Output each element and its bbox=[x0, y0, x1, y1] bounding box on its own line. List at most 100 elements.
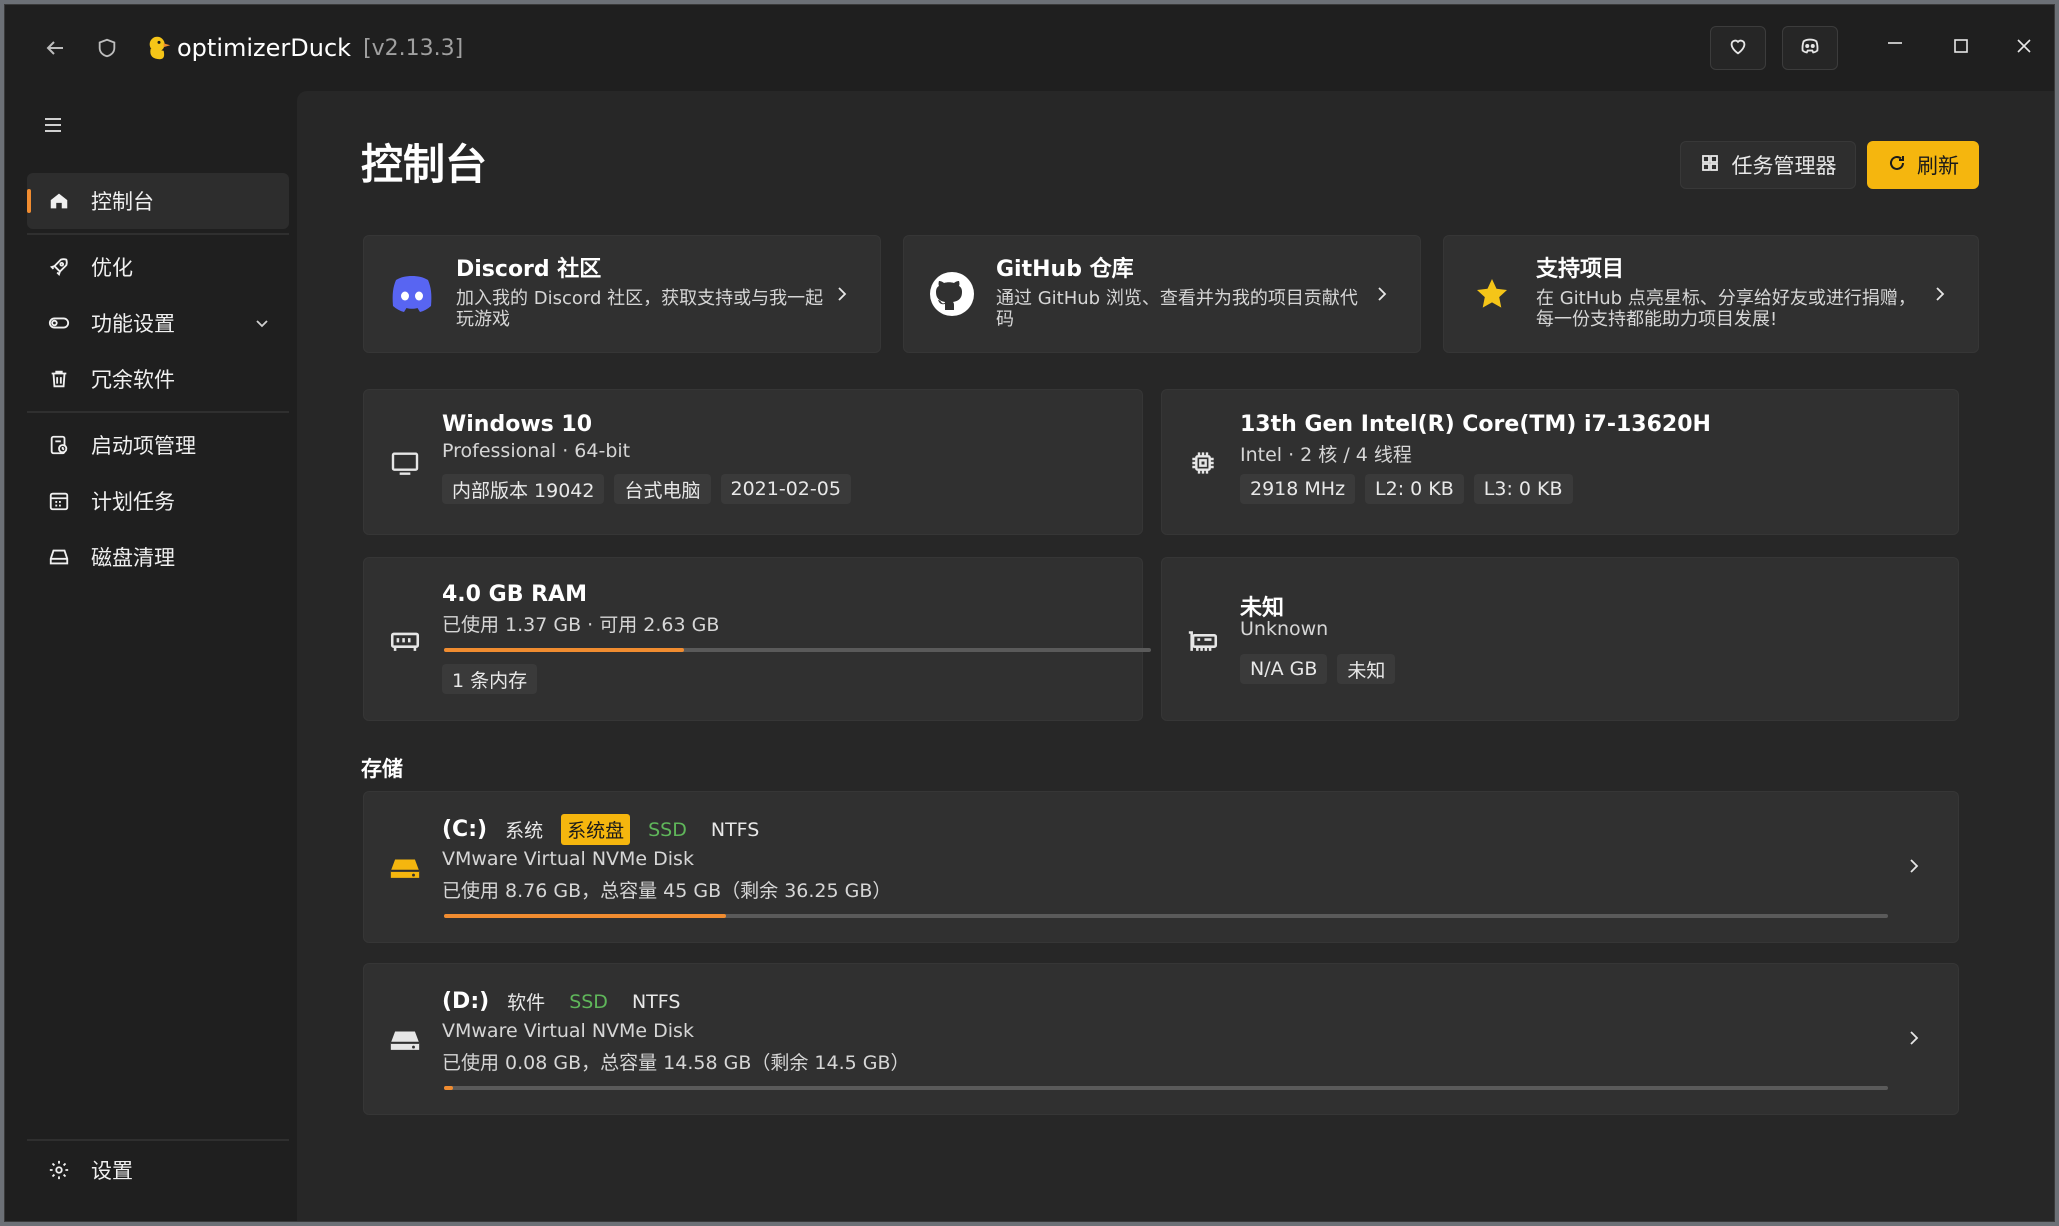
drive-usage-text: 已使用 0.08 GB，总容量 14.58 GB（剩余 14.5 GB） bbox=[442, 1052, 910, 1074]
ssd-tag: SSD bbox=[648, 818, 687, 841]
sidebar-nav-primary: 控制台 优化 功能设置 冗余软件 启动项管理 计划任务 磁盘清理 bbox=[27, 173, 289, 585]
sidebar: 控制台 优化 功能设置 冗余软件 启动项管理 计划任务 磁盘清理 设置 bbox=[5, 91, 295, 1221]
minimize-button[interactable] bbox=[1862, 5, 1928, 91]
app-version: [v2.13.3] bbox=[363, 35, 464, 61]
sidebar-item-disk-cleanup[interactable]: 磁盘清理 bbox=[27, 529, 289, 585]
sidebar-item-label: 优化 bbox=[91, 256, 133, 280]
filesystem-tag: NTFS bbox=[710, 818, 760, 841]
os-date-chip: 2021-02-05 bbox=[720, 474, 851, 504]
sidebar-divider bbox=[27, 411, 289, 413]
drive-letter: (C:) bbox=[442, 817, 488, 842]
ram-usage-text: 已使用 1.37 GB · 可用 2.63 GB bbox=[442, 614, 720, 636]
cpu-l2-chip: L2: 0 KB bbox=[1365, 474, 1464, 504]
sidebar-item-bloatware[interactable]: 冗余软件 bbox=[27, 351, 289, 407]
sidebar-item-label: 控制台 bbox=[91, 190, 154, 214]
ram-usage-fill bbox=[444, 648, 685, 652]
grid-icon bbox=[1700, 153, 1720, 178]
gpu-vendor: Unknown bbox=[1240, 618, 1329, 640]
drive-usage-bar bbox=[444, 1086, 1888, 1090]
link-card-title: Discord 社区 bbox=[456, 257, 602, 283]
drive-icon bbox=[384, 1019, 426, 1061]
maximize-button[interactable] bbox=[1928, 5, 1994, 91]
sidebar-item-startup[interactable]: 启动项管理 bbox=[27, 417, 289, 473]
sidebar-item-feature-settings[interactable]: 功能设置 bbox=[27, 295, 289, 351]
storage-section-title: 存储 bbox=[361, 757, 403, 781]
settings-label: 设置 bbox=[91, 1159, 133, 1183]
os-edition: Professional · 64-bit bbox=[442, 440, 631, 462]
support-project-card[interactable]: 支持项目 在 GitHub 点亮星标、分享给好友或进行捐赠，每一份支持都能助力项… bbox=[1443, 235, 1979, 353]
drive-card-d[interactable]: (D:) 软件 SSD NTFS VMware Virtual NVMe Dis… bbox=[363, 963, 1959, 1115]
system-drive-badge: 系统盘 bbox=[561, 814, 631, 845]
ram-usage-bar bbox=[444, 648, 1151, 652]
cpu-cores: Intel · 2 核 / 4 线程 bbox=[1240, 444, 1412, 466]
disk-icon bbox=[47, 545, 71, 569]
drive-card-c[interactable]: (C:) 系统 系统盘 SSD NTFS VMware Virtual NVMe… bbox=[363, 791, 1959, 943]
ssd-tag: SSD bbox=[569, 990, 608, 1013]
chevron-right-icon[interactable] bbox=[1898, 1022, 1930, 1054]
monitor-icon bbox=[384, 442, 426, 484]
github-icon bbox=[924, 266, 980, 322]
favorite-button[interactable] bbox=[1710, 26, 1766, 70]
ram-total: 4.0 GB RAM bbox=[442, 582, 587, 607]
close-icon bbox=[2015, 37, 2033, 59]
os-type-chip: 台式电脑 bbox=[614, 474, 711, 504]
title-bar: optimizerDuck [v2.13.3] bbox=[5, 5, 2054, 91]
link-card-desc: 在 GitHub 点亮星标、分享给好友或进行捐赠，每一份支持都能助力项目发展! bbox=[1536, 287, 1916, 331]
sidebar-item-label: 磁盘清理 bbox=[91, 546, 175, 570]
task-manager-button[interactable]: 任务管理器 bbox=[1680, 141, 1856, 189]
cpu-l3-chip: L3: 0 KB bbox=[1473, 474, 1573, 504]
close-button[interactable] bbox=[1994, 5, 2054, 91]
filesystem-tag: NTFS bbox=[631, 990, 681, 1013]
refresh-button[interactable]: 刷新 bbox=[1867, 141, 1979, 189]
chevron-down-icon[interactable] bbox=[253, 313, 271, 337]
github-repo-card[interactable]: GitHub 仓库 通过 GitHub 浏览、查看并为我的项目贡献代码 bbox=[903, 235, 1421, 353]
drive-tag: 系统 bbox=[505, 820, 544, 842]
sidebar-item-optimize[interactable]: 优化 bbox=[27, 239, 289, 295]
sidebar-item-label: 功能设置 bbox=[91, 312, 175, 336]
shield-icon bbox=[93, 34, 121, 62]
startup-icon bbox=[47, 433, 71, 457]
back-arrow-icon[interactable] bbox=[41, 34, 69, 62]
sidebar-item-settings[interactable]: 设置 bbox=[27, 1139, 289, 1199]
sidebar-item-label: 冗余软件 bbox=[91, 368, 175, 392]
task-manager-label: 任务管理器 bbox=[1731, 154, 1837, 178]
home-icon bbox=[47, 189, 71, 213]
sidebar-divider bbox=[27, 233, 289, 235]
cpu-freq-chip: 2918 MHz bbox=[1240, 474, 1356, 504]
drive-usage-fill bbox=[444, 914, 726, 918]
trash-icon bbox=[47, 367, 71, 391]
drive-usage-text: 已使用 8.76 GB，总容量 45 GB（剩余 36.25 GB） bbox=[442, 880, 892, 902]
os-name: Windows 10 bbox=[442, 412, 593, 437]
refresh-icon bbox=[1887, 153, 1907, 178]
page-title: 控制台 bbox=[361, 140, 488, 189]
cpu-icon bbox=[1182, 442, 1224, 484]
discord-button[interactable] bbox=[1782, 26, 1838, 70]
star-icon bbox=[1464, 266, 1520, 322]
gpu-info-card: 未知 Unknown N/A GB 未知 bbox=[1161, 557, 1959, 721]
heart-icon bbox=[1727, 35, 1749, 61]
ram-info-card: 4.0 GB RAM 已使用 1.37 GB · 可用 2.63 GB 1 条内… bbox=[363, 557, 1151, 721]
sidebar-item-label: 启动项管理 bbox=[91, 434, 196, 458]
discord-icon bbox=[1799, 35, 1821, 61]
sidebar-item-dashboard[interactable]: 控制台 bbox=[27, 173, 289, 229]
toggle-icon bbox=[47, 311, 71, 335]
app-window: optimizerDuck [v2.13.3] 控制台 优化 功能设置 冗余软件… bbox=[4, 4, 2055, 1222]
discord-community-card[interactable]: Discord 社区 加入我的 Discord 社区，获取支持或与我一起玩游戏 bbox=[363, 235, 881, 353]
chevron-right-icon bbox=[826, 278, 858, 310]
sidebar-item-scheduled-tasks[interactable]: 计划任务 bbox=[27, 473, 289, 529]
link-card-title: 支持项目 bbox=[1536, 257, 1625, 283]
ram-slots-chip: 1 条内存 bbox=[442, 664, 538, 694]
gpu-memory-chip: N/A GB bbox=[1240, 654, 1328, 684]
gpu-icon bbox=[1182, 620, 1224, 662]
gear-icon bbox=[47, 1158, 71, 1182]
chevron-right-icon bbox=[1366, 278, 1398, 310]
cpu-name: 13th Gen Intel(R) Core(TM) i7-13620H bbox=[1240, 412, 1711, 437]
drive-letter: (D:) bbox=[442, 989, 490, 1014]
link-card-desc: 加入我的 Discord 社区，获取支持或与我一起玩游戏 bbox=[456, 287, 824, 331]
cpu-info-card: 13th Gen Intel(R) Core(TM) i7-13620H Int… bbox=[1161, 389, 1959, 535]
hamburger-menu-icon[interactable] bbox=[39, 111, 67, 139]
gpu-type-chip: 未知 bbox=[1337, 654, 1396, 684]
chevron-right-icon[interactable] bbox=[1898, 850, 1930, 882]
maximize-icon bbox=[1952, 37, 1970, 59]
os-build-chip: 内部版本 19042 bbox=[442, 474, 605, 504]
